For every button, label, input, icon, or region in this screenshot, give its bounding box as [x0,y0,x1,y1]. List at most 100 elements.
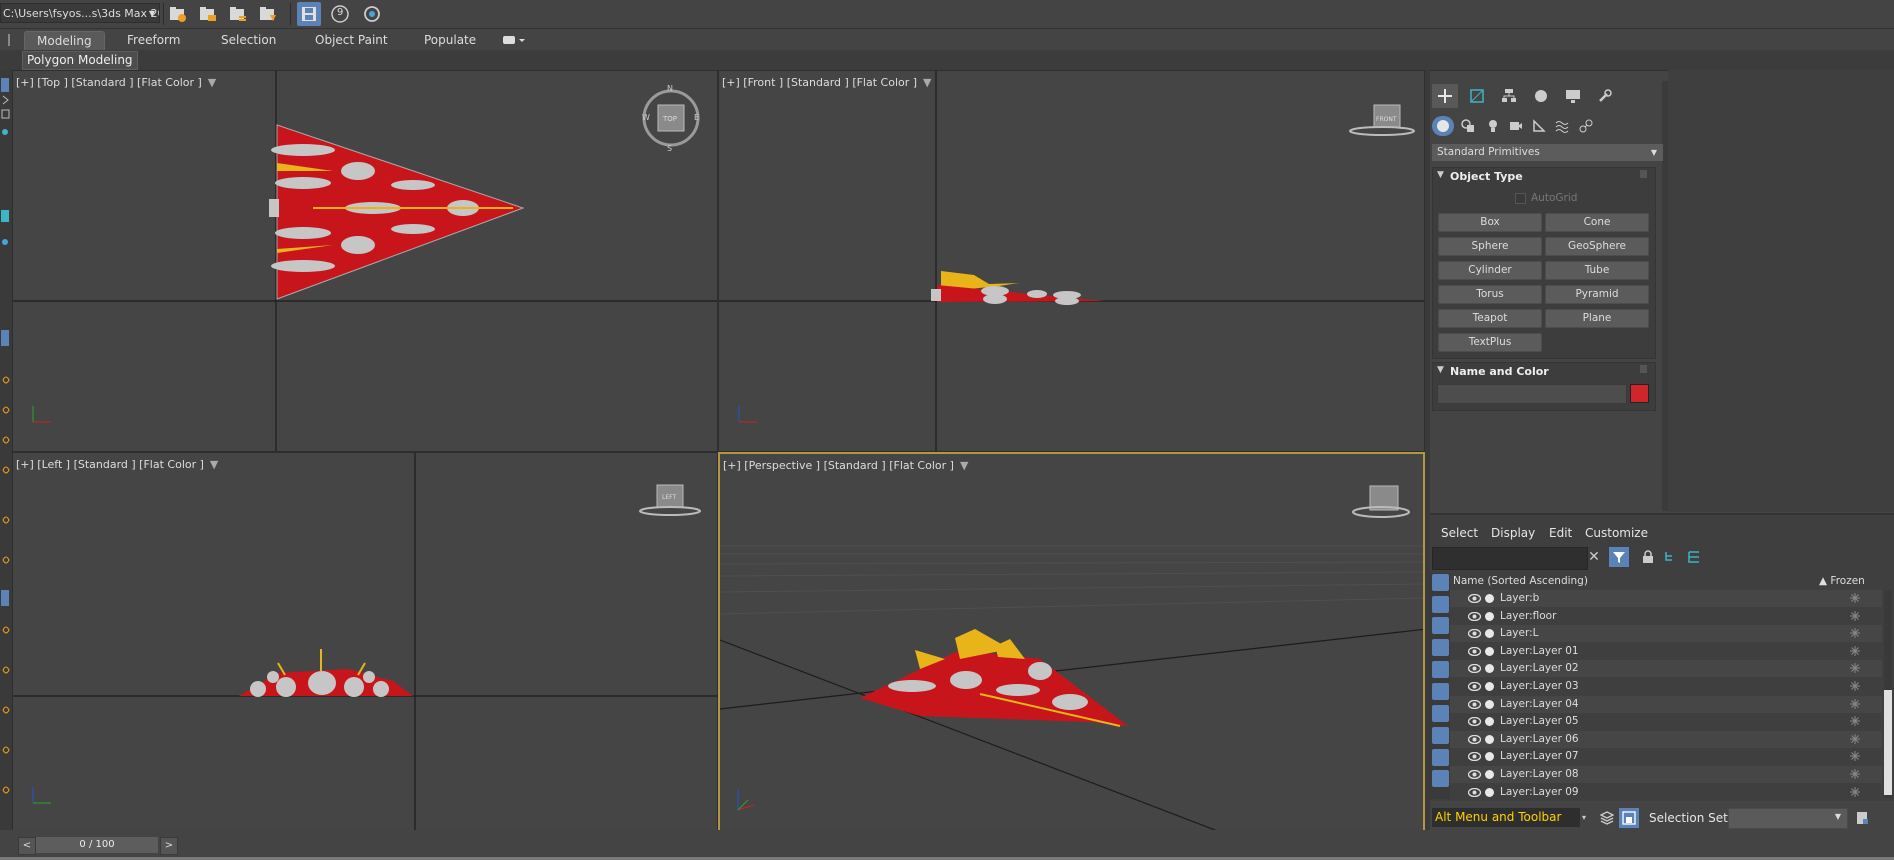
hierarchy-view-icon[interactable] [1661,547,1681,567]
geometry-filter-icon[interactable] [1432,574,1449,591]
motion-tab-icon[interactable] [1528,84,1554,108]
explorer-scrollbar-thumb[interactable] [1884,690,1892,795]
explorer-search-input[interactable] [1432,547,1588,570]
lights-filter-icon[interactable] [1432,617,1449,634]
tab-selection[interactable]: Selection [209,31,288,49]
viewcube-front-label[interactable]: FRONT [1376,116,1397,123]
menu-select[interactable]: Select [1441,526,1478,540]
geometry-icon[interactable] [1432,116,1454,136]
utilities-tab-icon[interactable] [1592,84,1618,108]
prev-frame-button[interactable]: < [18,837,36,855]
helpers-filter-icon[interactable] [1432,661,1449,678]
groups-filter-icon[interactable] [1432,705,1449,722]
containers-filter-icon[interactable] [1432,770,1449,787]
table-row[interactable]: Layer:Layer 01 [1450,643,1882,660]
lock-icon[interactable] [1638,547,1658,567]
eye-icon[interactable] [1468,752,1481,762]
eye-icon[interactable] [1468,734,1481,744]
eye-icon[interactable] [1468,646,1481,656]
snowflake-icon[interactable] [1850,751,1860,762]
plane-button[interactable]: Plane [1545,309,1649,328]
create-tab-icon[interactable] [1432,84,1458,108]
render-toggle-icon[interactable] [1485,770,1494,779]
viewcube-left-label[interactable]: LEFT [662,494,676,501]
menu-display[interactable]: Display [1491,526,1535,540]
explorer-scrollbar[interactable] [1884,590,1892,798]
eye-icon[interactable] [1468,699,1481,709]
object-color-swatch[interactable] [1630,384,1649,403]
folder-down-icon[interactable] [256,2,280,26]
eye-icon[interactable] [1468,664,1481,674]
snowflake-icon[interactable] [1850,769,1860,779]
snowflake-icon[interactable] [1850,628,1860,639]
render-toggle-icon[interactable] [1485,646,1494,656]
autogrid-checkbox[interactable] [1515,193,1526,204]
modify-tab-icon[interactable] [1464,84,1490,108]
helpers-icon[interactable] [1528,116,1550,136]
table-row[interactable]: Layer:Layer 05 [1450,713,1882,730]
sync-icon[interactable] [360,2,384,26]
tab-object-paint[interactable]: Object Paint [303,31,400,49]
table-row[interactable]: Layer:b [1450,590,1882,607]
render-toggle-icon[interactable] [1485,717,1494,727]
cameras-filter-icon[interactable] [1432,639,1449,656]
folder-icon[interactable] [196,2,220,26]
eye-icon[interactable] [1468,594,1481,603]
clear-search-icon[interactable]: ✕ [1584,547,1604,567]
spacewarps-icon[interactable] [1551,116,1573,136]
folder-list-icon[interactable] [226,2,250,26]
primitives-dropdown[interactable]: Standard Primitives ▼ [1432,144,1663,161]
xrefs-filter-icon[interactable] [1432,727,1449,744]
lights-icon[interactable] [1482,116,1504,136]
number-circle-icon[interactable]: 9 [328,2,352,26]
filter-icon[interactable]: ▼ [923,76,931,89]
collapse-arrow-icon[interactable]: ▼ [1437,170,1444,180]
table-row[interactable]: Layer:Layer 06 [1450,730,1882,748]
table-row[interactable]: Layer:Layer 07 [1450,748,1882,765]
alt-menu-toggle[interactable]: Alt Menu and Toolbar [1432,808,1580,827]
object-type-title[interactable]: Object Type [1450,170,1523,183]
cone-button[interactable]: Cone [1545,213,1649,232]
save-icon[interactable] [297,2,321,26]
systems-icon[interactable] [1575,116,1597,136]
render-toggle-icon[interactable] [1485,752,1494,762]
table-row[interactable]: Layer:floor [1450,608,1882,625]
render-toggle-icon[interactable] [1485,734,1494,744]
eye-icon[interactable] [1468,770,1481,779]
snowflake-icon[interactable] [1850,663,1860,674]
shapes-icon[interactable] [1457,116,1479,136]
snowflake-icon[interactable] [1850,610,1860,621]
frame-counter[interactable]: 0 / 100 [36,837,158,853]
name-color-title[interactable]: Name and Color [1450,365,1549,378]
tab-freeform[interactable]: Freeform [115,31,192,49]
tab-modeling[interactable]: Modeling [24,31,105,50]
eye-icon[interactable] [1468,611,1481,621]
viewport-label-perspective[interactable]: [+] [Perspective ] [Standard ] [Flat Col… [723,459,968,472]
box-button[interactable]: Box [1438,213,1542,232]
render-toggle-icon[interactable] [1485,594,1494,603]
column-name-header[interactable]: Name (Sorted Ascending) [1453,573,1588,589]
sphere-button[interactable]: Sphere [1438,237,1542,256]
render-toggle-icon[interactable] [1485,629,1494,639]
display-tab-icon[interactable] [1560,84,1586,108]
torus-button[interactable]: Torus [1438,285,1542,304]
table-row[interactable]: Layer:Layer 08 [1450,766,1882,783]
table-row[interactable]: Layer:Layer 03 [1450,678,1882,695]
tab-populate[interactable]: Populate [412,31,488,49]
hierarchy-tab-icon[interactable] [1496,84,1522,108]
render-toggle-icon[interactable] [1485,699,1494,709]
table-row[interactable]: Layer:Layer 04 [1450,695,1882,713]
bones-filter-icon[interactable] [1432,749,1449,766]
project-path-dropdown[interactable]: C:\Users\fsyos...s\3ds Max 2025 ▼ [0,3,160,23]
time-slider[interactable]: < 0 / 100 > [18,837,178,855]
selection-set-edit-icon[interactable] [1852,808,1872,828]
ribbon-options-icon[interactable] [502,33,528,47]
object-name-field[interactable] [1437,384,1627,404]
layer-view-icon[interactable] [1684,547,1704,567]
snowflake-icon[interactable] [1850,681,1860,691]
render-toggle-icon[interactable] [1485,611,1494,621]
render-toggle-icon[interactable] [1485,682,1494,691]
selection-set-dropdown[interactable]: ▼ [1728,808,1848,829]
viewport-left[interactable]: [+] [Left ] [Standard ] [Flat Color ] ▼ L… [12,452,718,833]
table-row[interactable]: Layer:Layer 02 [1450,660,1882,678]
